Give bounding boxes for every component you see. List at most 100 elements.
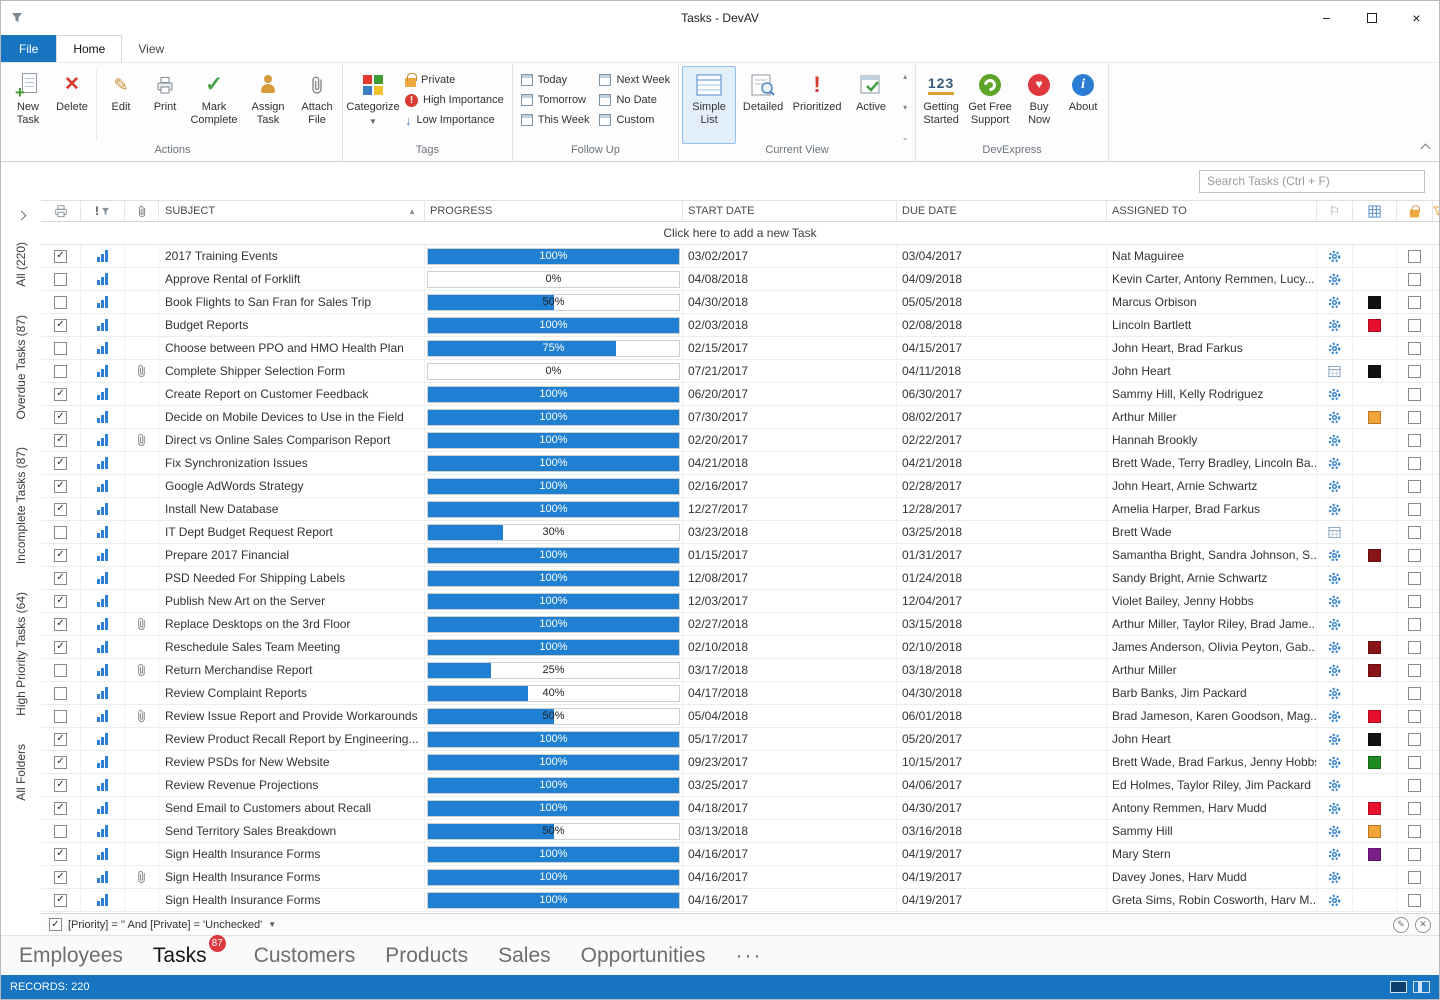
task-row[interactable]: ✓Budget Reports100%02/03/201802/08/2018L… xyxy=(41,314,1439,337)
task-action-cell[interactable] xyxy=(1317,475,1353,497)
complete-checkbox[interactable]: ✓ xyxy=(41,613,81,635)
tab-employees[interactable]: Employees xyxy=(19,944,123,968)
task-subject[interactable]: Install New Database xyxy=(159,498,425,520)
task-subject[interactable]: Review Complaint Reports xyxy=(159,682,425,704)
task-subject[interactable]: Prepare 2017 Financial xyxy=(159,544,425,566)
categorize-button[interactable]: Categorize ▼ xyxy=(346,66,400,144)
task-subject[interactable]: Decide on Mobile Devices to Use in the F… xyxy=(159,406,425,428)
complete-checkbox[interactable]: ✓ xyxy=(41,866,81,888)
task-subject[interactable]: PSD Needed For Shipping Labels xyxy=(159,567,425,589)
complete-checkbox[interactable]: ✓ xyxy=(41,314,81,336)
add-new-task-row[interactable]: Click here to add a new Task xyxy=(41,222,1439,245)
task-subject[interactable]: Book Flights to San Fran for Sales Trip xyxy=(159,291,425,313)
filter-enabled-checkbox[interactable]: ✓ xyxy=(49,918,62,931)
rail-expand-chevron[interactable] xyxy=(18,208,25,222)
active-button[interactable]: Active xyxy=(844,66,898,144)
flag-checkbox[interactable] xyxy=(1397,705,1433,727)
flag-checkbox[interactable] xyxy=(1397,820,1433,842)
complete-checkbox[interactable]: ✓ xyxy=(41,728,81,750)
task-row[interactable]: Send Territory Sales Breakdown50%03/13/2… xyxy=(41,820,1439,843)
task-action-cell[interactable] xyxy=(1317,751,1353,773)
more-tabs-button[interactable]: ··· xyxy=(736,944,763,968)
high-importance-button[interactable]: ! High Importance xyxy=(400,90,509,110)
task-row[interactable]: Book Flights to San Fran for Sales Trip5… xyxy=(41,291,1439,314)
column-print[interactable] xyxy=(41,201,81,221)
task-action-cell[interactable] xyxy=(1317,613,1353,635)
task-row[interactable]: ✓Replace Desktops on the 3rd Floor100%02… xyxy=(41,613,1439,636)
task-action-cell[interactable] xyxy=(1317,337,1353,359)
complete-checkbox[interactable] xyxy=(41,337,81,359)
flag-checkbox[interactable] xyxy=(1397,360,1433,382)
task-subject[interactable]: Google AdWords Strategy xyxy=(159,475,425,497)
flag-checkbox[interactable] xyxy=(1397,544,1433,566)
task-subject[interactable]: Return Merchandise Report xyxy=(159,659,425,681)
custom-button[interactable]: Custom xyxy=(594,110,675,130)
prioritized-button[interactable]: ! Prioritized xyxy=(790,66,844,144)
complete-checkbox[interactable] xyxy=(41,682,81,704)
flag-checkbox[interactable] xyxy=(1397,797,1433,819)
complete-checkbox[interactable]: ✓ xyxy=(41,452,81,474)
tab-customers[interactable]: Customers xyxy=(254,944,356,968)
task-action-cell[interactable] xyxy=(1317,498,1353,520)
column-due-date[interactable]: DUE DATE xyxy=(897,201,1107,221)
low-importance-button[interactable]: ↓ Low Importance xyxy=(400,110,509,130)
task-action-cell[interactable] xyxy=(1317,245,1353,267)
complete-checkbox[interactable]: ✓ xyxy=(41,429,81,451)
edit-button[interactable]: ✎ Edit xyxy=(99,66,143,144)
task-row[interactable]: ✓Decide on Mobile Devices to Use in the … xyxy=(41,406,1439,429)
task-subject[interactable]: Review Revenue Projections xyxy=(159,774,425,796)
task-row[interactable]: ✓Sign Health Insurance Forms100%04/16/20… xyxy=(41,843,1439,866)
flag-checkbox[interactable] xyxy=(1397,429,1433,451)
task-action-cell[interactable] xyxy=(1317,429,1353,451)
panel-toggle-filled-icon[interactable] xyxy=(1390,981,1407,993)
task-action-cell[interactable] xyxy=(1317,383,1353,405)
task-subject[interactable]: Replace Desktops on the 3rd Floor xyxy=(159,613,425,635)
task-subject[interactable]: Choose between PPO and HMO Health Plan xyxy=(159,337,425,359)
flag-checkbox[interactable] xyxy=(1397,843,1433,865)
rail-item-all-folders[interactable]: All Folders xyxy=(14,744,28,801)
complete-checkbox[interactable] xyxy=(41,268,81,290)
complete-checkbox[interactable] xyxy=(41,659,81,681)
tab-file[interactable]: File xyxy=(1,35,56,62)
flag-checkbox[interactable] xyxy=(1397,452,1433,474)
complete-checkbox[interactable] xyxy=(41,820,81,842)
panel-toggle-outline-icon[interactable] xyxy=(1413,981,1430,993)
column-flag[interactable]: ⚐ xyxy=(1317,201,1353,221)
print-button[interactable]: Print xyxy=(143,66,187,144)
task-action-cell[interactable] xyxy=(1317,774,1353,796)
task-subject[interactable]: 2017 Training Events xyxy=(159,245,425,267)
task-subject[interactable]: Review Issue Report and Provide Workarou… xyxy=(159,705,425,727)
assign-task-button[interactable]: Assign Task xyxy=(241,66,295,144)
task-row[interactable]: ✓Publish New Art on the Server100%12/03/… xyxy=(41,590,1439,613)
task-action-cell[interactable] xyxy=(1317,889,1353,911)
column-assigned-to[interactable]: ASSIGNED TO xyxy=(1107,201,1317,221)
flag-checkbox[interactable] xyxy=(1397,590,1433,612)
task-subject[interactable]: Sign Health Insurance Forms xyxy=(159,843,425,865)
new-task-button[interactable]: + New Task xyxy=(6,66,50,144)
flag-checkbox[interactable] xyxy=(1397,383,1433,405)
task-action-cell[interactable] xyxy=(1317,291,1353,313)
task-row[interactable]: ✓PSD Needed For Shipping Labels100%12/08… xyxy=(41,567,1439,590)
complete-checkbox[interactable]: ✓ xyxy=(41,889,81,911)
flag-checkbox[interactable] xyxy=(1397,475,1433,497)
complete-checkbox[interactable]: ✓ xyxy=(41,774,81,796)
task-row[interactable]: Review Complaint Reports40%04/17/201804/… xyxy=(41,682,1439,705)
column-priority[interactable]: ! xyxy=(81,201,125,221)
task-row[interactable]: ✓Prepare 2017 Financial100%01/15/201701/… xyxy=(41,544,1439,567)
task-action-cell[interactable] xyxy=(1317,682,1353,704)
about-button[interactable]: i About xyxy=(1061,66,1105,144)
get-free-support-button[interactable]: Get Free Support xyxy=(963,66,1017,144)
simple-list-button[interactable]: Simple List xyxy=(682,66,736,144)
task-row[interactable]: Approve Rental of Forklift0%04/08/201804… xyxy=(41,268,1439,291)
task-action-cell[interactable] xyxy=(1317,314,1353,336)
complete-checkbox[interactable]: ✓ xyxy=(41,567,81,589)
task-row[interactable]: Choose between PPO and HMO Health Plan75… xyxy=(41,337,1439,360)
task-row[interactable]: Complete Shipper Selection Form0%07/21/2… xyxy=(41,360,1439,383)
complete-checkbox[interactable]: ✓ xyxy=(41,498,81,520)
tab-products[interactable]: Products xyxy=(385,944,468,968)
attach-file-button[interactable]: Attach File xyxy=(295,66,339,144)
column-filter[interactable] xyxy=(1433,201,1439,221)
flag-checkbox[interactable] xyxy=(1397,613,1433,635)
complete-checkbox[interactable]: ✓ xyxy=(41,636,81,658)
next-week-button[interactable]: Next Week xyxy=(594,70,675,90)
